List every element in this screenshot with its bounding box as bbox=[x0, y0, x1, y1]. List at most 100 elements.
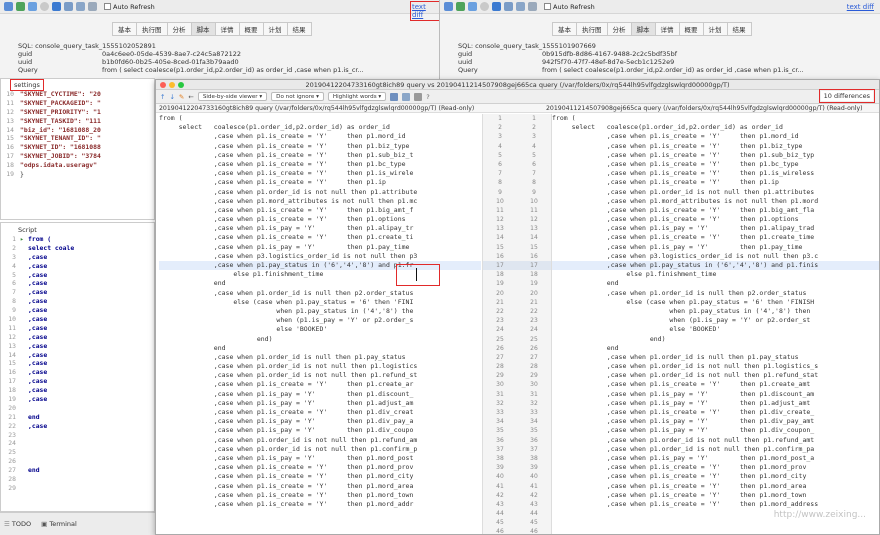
line-number: 11 bbox=[6, 98, 14, 107]
sync-icon[interactable] bbox=[492, 2, 501, 11]
tab-analysis[interactable]: 分析 bbox=[166, 22, 191, 36]
tab-exec-graph[interactable]: 执行图 bbox=[136, 22, 167, 36]
fold-icon[interactable] bbox=[20, 315, 28, 324]
settings-icon[interactable] bbox=[414, 92, 423, 101]
gutter-row: 44 bbox=[483, 142, 551, 151]
meta-key: uuid bbox=[458, 58, 473, 66]
refresh-icon[interactable] bbox=[16, 2, 25, 11]
tab-plan[interactable]: 计划 bbox=[262, 22, 287, 36]
fold-icon[interactable] bbox=[20, 466, 28, 475]
script-line: 17 ,case bbox=[2, 377, 152, 386]
gutter-row: 38 38 bbox=[483, 454, 551, 463]
refresh-icon[interactable] bbox=[456, 2, 465, 11]
highlight-dropdown[interactable]: Highlight words ▾ bbox=[327, 92, 387, 101]
auto-refresh-checkbox[interactable] bbox=[544, 3, 551, 10]
terminal-tab[interactable]: ▣ Terminal bbox=[41, 520, 77, 528]
tab-analysis[interactable]: 分析 bbox=[606, 22, 631, 36]
fold-icon[interactable]: ▸ bbox=[20, 235, 28, 244]
table-icon[interactable] bbox=[76, 2, 85, 11]
fold-icon[interactable] bbox=[20, 262, 28, 271]
stop-icon[interactable] bbox=[480, 2, 489, 11]
right-line-number: 23 bbox=[530, 317, 538, 325]
fold-icon[interactable] bbox=[20, 439, 28, 448]
tab-result[interactable]: 结果 bbox=[726, 22, 752, 36]
right-line-number: 28 bbox=[530, 363, 538, 371]
fold-icon[interactable] bbox=[20, 297, 28, 306]
tab-summary[interactable]: 概要 bbox=[238, 22, 263, 36]
fold-icon[interactable] bbox=[20, 395, 28, 404]
fold-icon[interactable] bbox=[20, 368, 28, 377]
tab-result[interactable]: 结果 bbox=[286, 22, 312, 36]
next-diff-icon[interactable]: ↓ bbox=[169, 93, 174, 101]
close-icon[interactable] bbox=[160, 82, 166, 88]
open-icon[interactable] bbox=[444, 2, 453, 11]
gutter-row: 36 36 bbox=[483, 436, 551, 445]
tab-summary[interactable]: 概要 bbox=[678, 22, 703, 36]
viewer-dropdown[interactable]: Side-by-side viewer ▾ bbox=[197, 92, 268, 101]
fold-icon[interactable] bbox=[20, 351, 28, 360]
fold-icon[interactable] bbox=[20, 359, 28, 368]
sync-icon[interactable] bbox=[52, 2, 61, 11]
minimize-icon[interactable] bbox=[169, 82, 175, 88]
prev-diff-icon[interactable]: ↑ bbox=[160, 93, 165, 101]
tab-plan[interactable]: 计划 bbox=[702, 22, 727, 36]
fold-icon[interactable] bbox=[20, 448, 28, 457]
settings-tab[interactable]: settings bbox=[10, 79, 44, 91]
right-line-number: 45 bbox=[530, 519, 538, 527]
right-code-editor[interactable]: from ( select coalesce(p1.order_id,p2.or… bbox=[552, 114, 879, 509]
tab-details[interactable]: 详情 bbox=[214, 22, 239, 36]
fold-icon[interactable] bbox=[20, 244, 28, 253]
open-icon[interactable] bbox=[4, 2, 13, 11]
text-diff-link[interactable]: text diff bbox=[847, 3, 874, 11]
tab-exec-graph[interactable]: 执行图 bbox=[576, 22, 607, 36]
diff-window-title: 20190412204733160gt8ich89 query vs 20190… bbox=[305, 81, 730, 89]
share-icon[interactable] bbox=[468, 2, 477, 11]
right-line-number: 31 bbox=[530, 390, 538, 398]
gutter-row: 12 12 bbox=[483, 215, 551, 224]
fold-icon[interactable] bbox=[20, 457, 28, 466]
help-icon[interactable]: ? bbox=[426, 93, 429, 101]
fold-icon[interactable] bbox=[20, 386, 28, 395]
tab-basic[interactable]: 基本 bbox=[112, 22, 136, 36]
text-diff-link[interactable]: text diff bbox=[410, 1, 439, 21]
todo-tab[interactable]: ☰ TODO bbox=[4, 520, 31, 528]
share-icon[interactable] bbox=[28, 2, 37, 11]
auto-refresh-toggle[interactable]: Auto Refresh bbox=[104, 3, 155, 11]
table-icon[interactable] bbox=[516, 2, 525, 11]
maximize-icon[interactable] bbox=[178, 82, 184, 88]
fold-icon[interactable] bbox=[20, 333, 28, 342]
right-tabs: 基本 执行图 分析 脚本 详情 概要 计划 结果 bbox=[552, 22, 752, 36]
tab-script[interactable]: 脚本 bbox=[630, 22, 655, 36]
fold-icon[interactable] bbox=[20, 431, 28, 440]
fold-icon[interactable] bbox=[20, 288, 28, 297]
left-code-editor[interactable]: from ( select coalesce(p1.order_id,p2.or… bbox=[159, 114, 481, 509]
fold-icon[interactable] bbox=[20, 422, 28, 431]
fold-icon[interactable] bbox=[20, 279, 28, 288]
grid-icon[interactable] bbox=[504, 2, 513, 11]
fold-icon[interactable] bbox=[20, 342, 28, 351]
line-number: 9 bbox=[12, 306, 16, 315]
save-icon[interactable] bbox=[88, 2, 97, 11]
stop-icon[interactable] bbox=[40, 2, 49, 11]
fold-icon[interactable] bbox=[20, 475, 28, 484]
ignore-dropdown[interactable]: Do not ignore ▾ bbox=[271, 92, 324, 101]
tab-script[interactable]: 脚本 bbox=[190, 22, 215, 36]
grid-icon[interactable] bbox=[64, 2, 73, 11]
fold-icon[interactable] bbox=[20, 271, 28, 280]
fold-icon[interactable] bbox=[20, 404, 28, 413]
fold-icon[interactable] bbox=[20, 324, 28, 333]
auto-refresh-checkbox[interactable] bbox=[104, 3, 111, 10]
fold-icon[interactable] bbox=[20, 377, 28, 386]
tab-basic[interactable]: 基本 bbox=[552, 22, 576, 36]
auto-refresh-toggle[interactable]: Auto Refresh bbox=[544, 3, 595, 11]
collapse-icon[interactable] bbox=[390, 92, 399, 101]
back-icon[interactable]: ← bbox=[188, 93, 193, 101]
fold-icon[interactable] bbox=[20, 306, 28, 315]
save-icon[interactable] bbox=[528, 2, 537, 11]
tab-details[interactable]: 详情 bbox=[654, 22, 679, 36]
edit-icon[interactable]: ✎ bbox=[179, 93, 184, 101]
fold-icon[interactable] bbox=[20, 413, 28, 422]
fold-icon[interactable] bbox=[20, 484, 28, 493]
fold-icon[interactable] bbox=[20, 253, 28, 262]
sync-scroll-icon[interactable] bbox=[402, 92, 411, 101]
